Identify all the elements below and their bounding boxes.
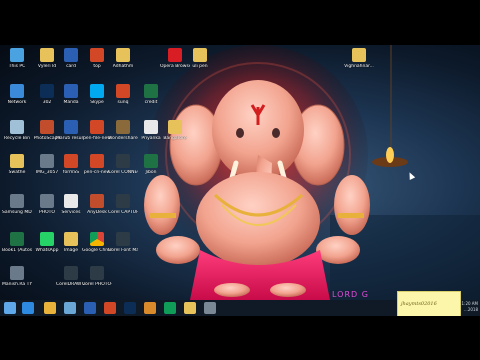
desktop-icon-credit[interactable]: credit <box>136 84 166 114</box>
recycle-bin-icon <box>10 120 24 134</box>
folder-icon <box>352 48 366 62</box>
filmora-icon <box>116 120 130 134</box>
taskbar-photoshop-icon[interactable] <box>124 302 136 314</box>
desktop-icon-label: Vighnahnar... <box>344 64 374 69</box>
tool-icon <box>10 194 24 208</box>
ppt-icon <box>90 120 104 134</box>
corel-icon <box>116 194 130 208</box>
skype-icon <box>90 84 104 98</box>
desktop-icon-label: Corel CAPTURE ... <box>108 210 138 215</box>
desktop-icon-label: Recycle Bin <box>4 136 30 141</box>
word-icon <box>64 120 78 134</box>
folder-icon <box>193 48 207 62</box>
desktop-icon-label: This PC <box>8 64 26 69</box>
taskbar-file-explorer-icon[interactable] <box>44 302 56 314</box>
corel-icon <box>116 154 130 168</box>
word-icon <box>64 84 78 98</box>
taskbar-paint-icon[interactable] <box>144 302 156 314</box>
desktop-icon-network[interactable]: Network <box>2 84 32 114</box>
desktop-icon-samsung[interactable]: Samsung MDS'S 20... <box>2 194 32 224</box>
desktop-icon-manish[interactable]: Manish.Ra TYPING <box>2 266 32 296</box>
excel-icon <box>10 232 24 246</box>
desktop-icon-label: sunq <box>117 100 129 105</box>
taskbar-internet-explorer-icon[interactable] <box>22 302 34 314</box>
ppt-icon <box>116 84 130 98</box>
desktop-icon-label: uli pen <box>192 64 208 69</box>
chrome-icon <box>90 232 104 246</box>
folder-icon <box>64 232 78 246</box>
desktop-icon-uli-pen[interactable]: uli pen <box>185 48 215 78</box>
desktop-icon-label: credit <box>144 100 158 105</box>
desktop-icon-label: Swathe <box>8 170 26 175</box>
desktop-icon-corel-photo[interactable]: Corel PHOTO-P... <box>82 266 112 296</box>
clock-date: ...2018 <box>464 307 478 312</box>
taskbar-windows-start-icon[interactable] <box>4 302 16 314</box>
sticky-note-text: jhaymts02016 <box>401 301 437 307</box>
whatsapp-icon <box>40 232 54 246</box>
folder-icon <box>40 48 54 62</box>
desktop-icon-label: Network <box>7 100 27 105</box>
word-icon <box>64 48 78 62</box>
taskbar-store-icon[interactable] <box>64 302 76 314</box>
letterbox-bottom <box>0 316 480 360</box>
opera-icon <box>168 48 182 62</box>
wallpaper-caption: LORD G <box>332 290 369 299</box>
desktop-icon-label: Wondershare Filmora <box>108 136 138 141</box>
desktop-icon-label: Book1 (Autosaved) <box>2 248 32 253</box>
coreldraw-icon <box>64 266 78 280</box>
desktop-icon-jibon[interactable]: Jibon <box>136 154 166 184</box>
desktop-icon-recycle[interactable]: Recycle Bin <box>2 120 32 150</box>
image-icon <box>40 154 54 168</box>
desktop-icon-sunq[interactable]: sunq <box>108 84 138 114</box>
desktop-icon-label: Adhathm <box>112 64 134 69</box>
corel-photo-icon <box>90 266 104 280</box>
desktop[interactable]: This PC Vyleri ld card top Adhathm Opera Brow… <box>0 45 480 300</box>
desktop-icon-bangarore[interactable]: Bangarore <box>160 120 190 150</box>
screenshot-stage: This PC Vyleri ld card top Adhathm Opera Brow… <box>0 0 480 360</box>
desktop-icon-adhathm[interactable]: Adhathm <box>108 48 138 78</box>
folder-icon <box>168 120 182 134</box>
folder-icon <box>10 154 24 168</box>
ppt-icon <box>90 48 104 62</box>
network-icon <box>10 84 24 98</box>
ppt-icon <box>90 154 104 168</box>
desktop-icon-corel-font[interactable]: Corel Font Manager 2... <box>108 232 138 262</box>
desktop-icon-label: Samsung MDS'S 20... <box>2 210 32 215</box>
desktop-icon-label: Jibon <box>145 170 157 175</box>
desktop-icon-wondershare[interactable]: Wondershare Filmora <box>108 120 138 150</box>
image-icon <box>10 266 24 280</box>
app-icon <box>144 154 158 168</box>
taskbar-settings-icon[interactable] <box>204 302 216 314</box>
ppt-icon <box>64 154 78 168</box>
desktop-icon-this-pc[interactable]: This PC <box>2 48 32 78</box>
letterbox-top <box>0 0 480 45</box>
image-icon <box>40 194 54 208</box>
taskbar-word-icon[interactable] <box>84 302 96 314</box>
pc-icon <box>10 48 24 62</box>
folder-icon <box>116 48 130 62</box>
document-icon <box>64 194 78 208</box>
desktop-icon-label: Bangarore <box>163 136 187 141</box>
desktop-icon-swathe[interactable]: Swathe <box>2 154 32 184</box>
excel-icon <box>144 84 158 98</box>
sticky-note[interactable]: jhaymts02016 <box>397 291 461 317</box>
desktop-icon-corel-capture[interactable]: Corel CAPTURE ... <box>108 194 138 224</box>
desktop-icon-vighnah[interactable]: Vighnahnar... <box>344 48 374 78</box>
system-clock[interactable]: 11:20 AM ...2018 <box>459 301 478 313</box>
desktop-icon-corel-connect[interactable]: Corel CONNECT... <box>108 154 138 184</box>
taskbar-chrome-icon[interactable] <box>164 302 176 314</box>
desktop-icon-label: Corel Font Manager 2... <box>108 248 138 253</box>
desktop-icon-book1[interactable]: Book1 (Autosaved) <box>2 232 32 262</box>
desktop-icon-label: Manish.Ra TYPING <box>2 282 32 287</box>
anydesk-icon <box>90 194 104 208</box>
taskbar-folder-icon[interactable] <box>184 302 196 314</box>
photoscape-icon <box>40 120 54 134</box>
desktop-icon-label: Corel CONNECT... <box>108 170 138 175</box>
taskbar-ppt-icon[interactable] <box>104 302 116 314</box>
photoshop-icon <box>40 84 54 98</box>
document-icon <box>144 120 158 134</box>
desktop-icon-label: Corel PHOTO-P... <box>82 282 112 287</box>
corel-icon <box>116 232 130 246</box>
